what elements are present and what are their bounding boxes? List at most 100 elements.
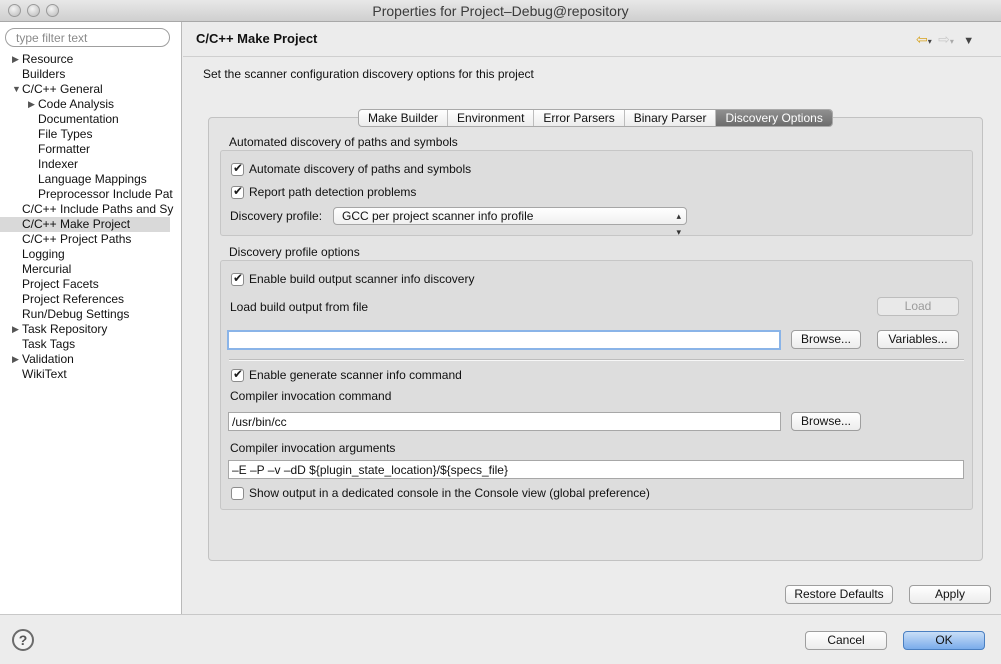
discovery-profile-select[interactable]: GCC per project scanner info profile ▴ ▾ bbox=[333, 207, 687, 237]
back-arrow-icon[interactable]: ⇦ bbox=[916, 31, 928, 48]
tab-bar: Make Builder Environment Error Parsers B… bbox=[358, 109, 833, 127]
automate-discovery-option[interactable]: Automate discovery of paths and symbols bbox=[231, 160, 471, 178]
tab-make-builder[interactable]: Make Builder bbox=[359, 110, 449, 126]
discovery-profile-value: GCC per project scanner info profile bbox=[342, 209, 534, 223]
tree-item-label: Builders bbox=[22, 67, 66, 81]
tree-item-label: Project Facets bbox=[22, 277, 99, 291]
tree-item-label: Run/Debug Settings bbox=[22, 307, 130, 321]
show-output-checkbox[interactable] bbox=[231, 486, 244, 500]
collapsed-triangle-icon[interactable]: ▶ bbox=[12, 352, 19, 367]
tree-item[interactable]: Preprocessor Include Pat bbox=[0, 187, 182, 202]
forward-arrow-icon[interactable]: ⇨ bbox=[938, 31, 950, 48]
load-button[interactable]: Load bbox=[877, 297, 959, 316]
tree-item-label: C/C++ Include Paths and Sy bbox=[22, 202, 174, 216]
enable-build-output-checkbox[interactable] bbox=[231, 271, 244, 286]
select-arrows-icon: ▴ ▾ bbox=[676, 211, 681, 237]
enable-build-output-option[interactable]: Enable build output scanner info discove… bbox=[231, 270, 474, 288]
tree-item-label: Documentation bbox=[38, 112, 119, 126]
browse-file-button[interactable]: Browse... bbox=[791, 330, 861, 349]
tree-item[interactable]: File Types bbox=[0, 127, 182, 142]
tree-item[interactable]: ▶ Code Analysis bbox=[0, 97, 182, 112]
tab-binary-parser[interactable]: Binary Parser bbox=[625, 110, 717, 126]
filter-input[interactable] bbox=[5, 28, 170, 47]
window-title: Properties for Project–Debug@repository bbox=[372, 3, 629, 19]
tree-item-label: Formatter bbox=[38, 142, 91, 156]
tree-item-label: Logging bbox=[22, 247, 65, 261]
browse-command-button[interactable]: Browse... bbox=[791, 412, 861, 431]
tree-item[interactable]: Project Facets bbox=[0, 277, 182, 292]
tree-item-label: Mercurial bbox=[22, 262, 72, 276]
tree-item[interactable]: C/C++ Make Project bbox=[0, 217, 170, 232]
tree-item-label: Language Mappings bbox=[38, 172, 147, 186]
tab-discovery-options[interactable]: Discovery Options bbox=[716, 110, 832, 126]
page-title: C/C++ Make Project bbox=[196, 31, 318, 46]
compiler-arguments-input[interactable] bbox=[228, 460, 964, 479]
tree-item-label: Task Repository bbox=[22, 322, 108, 336]
compiler-command-input[interactable] bbox=[228, 412, 781, 431]
discovery-profile-label: Discovery profile: bbox=[230, 209, 323, 223]
tree-item[interactable]: Indexer bbox=[0, 157, 182, 172]
apply-button[interactable]: Apply bbox=[909, 585, 991, 604]
show-output-label: Show output in a dedicated console in th… bbox=[249, 486, 650, 500]
collapsed-triangle-icon[interactable]: ▶ bbox=[12, 52, 19, 67]
tree-item[interactable]: C/C++ Project Paths bbox=[0, 232, 182, 247]
report-problems-checkbox[interactable] bbox=[231, 184, 244, 199]
tree-item-label: C/C++ Project Paths bbox=[22, 232, 132, 246]
enable-generate-checkbox[interactable] bbox=[231, 367, 244, 382]
tree-item[interactable]: Mercurial bbox=[0, 262, 182, 277]
load-build-output-label: Load build output from file bbox=[230, 300, 369, 314]
tree-item-label: Resource bbox=[22, 52, 74, 66]
tree-item-label: Project References bbox=[22, 292, 125, 306]
tree-item-label: Preprocessor Include Pat bbox=[38, 187, 173, 201]
variables-button[interactable]: Variables... bbox=[877, 330, 959, 349]
page-description: Set the scanner configuration discovery … bbox=[203, 67, 534, 81]
ok-button[interactable]: OK bbox=[903, 631, 985, 650]
expanded-triangle-icon[interactable]: ▼ bbox=[12, 82, 21, 97]
tree-item[interactable]: ▼ C/C++ General bbox=[0, 82, 182, 97]
show-output-option[interactable]: Show output in a dedicated console in th… bbox=[231, 484, 650, 502]
tree-item[interactable]: Builders bbox=[0, 67, 182, 82]
tree-item[interactable]: Project References bbox=[0, 292, 182, 307]
group-divider bbox=[229, 359, 964, 361]
tree-item-label: C/C++ Make Project bbox=[22, 217, 131, 231]
view-menu-icon[interactable]: ▼ bbox=[963, 35, 974, 47]
tree-item[interactable]: WikiText bbox=[0, 367, 182, 382]
tree-item[interactable]: ▶ Validation bbox=[0, 352, 182, 367]
automate-discovery-checkbox[interactable] bbox=[231, 161, 244, 176]
tree-item[interactable]: ▶ Resource bbox=[0, 52, 182, 67]
tree-item[interactable]: Run/Debug Settings bbox=[0, 307, 182, 322]
collapsed-triangle-icon[interactable]: ▶ bbox=[12, 322, 19, 337]
compiler-arguments-label: Compiler invocation arguments bbox=[230, 441, 396, 455]
enable-generate-option[interactable]: Enable generate scanner info command bbox=[231, 366, 462, 384]
tree-item[interactable]: C/C++ Include Paths and Sy bbox=[0, 202, 182, 217]
tree-item[interactable]: Language Mappings bbox=[0, 172, 182, 187]
build-output-file-input[interactable] bbox=[227, 330, 781, 350]
tree-item-label: Code Analysis bbox=[38, 97, 115, 111]
tree-item[interactable]: Task Tags bbox=[0, 337, 182, 352]
sidebar: ▶ResourceBuilders▼C/C++ General▶Code Ana… bbox=[0, 22, 182, 614]
tree-item-label: WikiText bbox=[22, 367, 67, 381]
tree-item[interactable]: Formatter bbox=[0, 142, 182, 157]
forward-dropdown-icon[interactable]: ▾ bbox=[950, 37, 954, 46]
tab-error-parsers[interactable]: Error Parsers bbox=[534, 110, 625, 126]
tree-item-label: File Types bbox=[38, 127, 93, 141]
tree-item[interactable]: ▶ Task Repository bbox=[0, 322, 182, 337]
compiler-command-label: Compiler invocation command bbox=[230, 389, 392, 403]
back-dropdown-icon[interactable]: ▾ bbox=[928, 37, 932, 46]
report-problems-option[interactable]: Report path detection problems bbox=[231, 183, 416, 201]
tab-environment[interactable]: Environment bbox=[448, 110, 535, 126]
collapsed-triangle-icon[interactable]: ▶ bbox=[28, 97, 35, 112]
tree-item-label: Validation bbox=[22, 352, 74, 366]
tree-item[interactable]: Documentation bbox=[0, 112, 182, 127]
tree-item-label: Task Tags bbox=[22, 337, 76, 351]
tree-item-label: Indexer bbox=[38, 157, 79, 171]
title-bar: Properties for Project–Debug@repository bbox=[0, 0, 1001, 22]
report-problems-label: Report path detection problems bbox=[249, 185, 417, 199]
enable-generate-label: Enable generate scanner info command bbox=[249, 368, 462, 382]
header-divider bbox=[183, 56, 1001, 57]
help-icon[interactable]: ? bbox=[12, 629, 34, 651]
profile-group-label: Discovery profile options bbox=[229, 245, 360, 259]
restore-defaults-button[interactable]: Restore Defaults bbox=[785, 585, 893, 604]
tree-item[interactable]: Logging bbox=[0, 247, 182, 262]
cancel-button[interactable]: Cancel bbox=[805, 631, 887, 650]
